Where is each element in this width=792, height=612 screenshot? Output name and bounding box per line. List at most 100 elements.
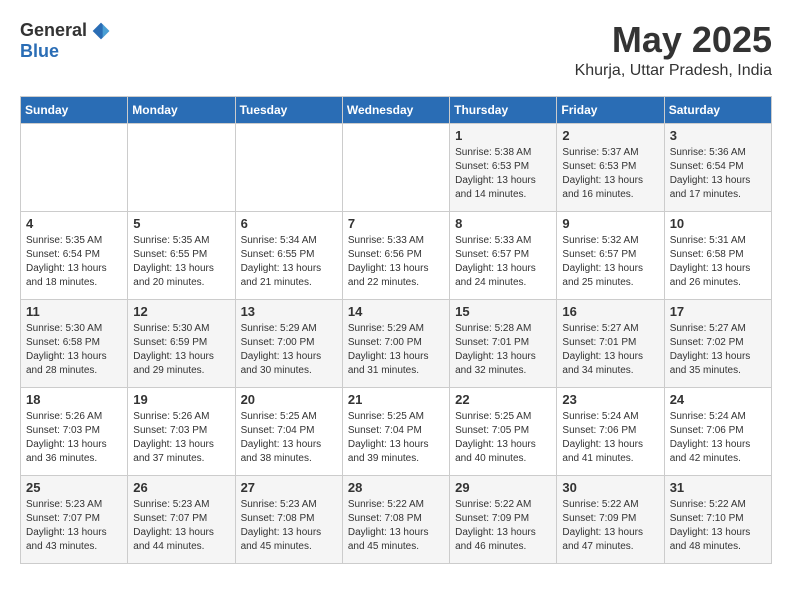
cell-content: Sunrise: 5:25 AM Sunset: 7:04 PM Dayligh… (348, 410, 444, 466)
day-number: 5 (133, 216, 229, 231)
day-number: 6 (241, 216, 337, 231)
day-number: 8 (455, 216, 551, 231)
day-header-saturday: Saturday (664, 96, 771, 123)
week-row-3: 11 Sunrise: 5:30 AM Sunset: 6:58 PM Dayli… (21, 299, 772, 387)
calendar-cell: 18 Sunrise: 5:26 AM Sunset: 7:03 PM Dayli… (21, 387, 128, 475)
day-number: 15 (455, 304, 551, 319)
day-number: 10 (670, 216, 766, 231)
cell-content: Sunrise: 5:22 AM Sunset: 7:10 PM Dayligh… (670, 498, 766, 554)
title-area: May 2025 Khurja, Uttar Pradesh, India (575, 20, 772, 80)
cell-content: Sunrise: 5:26 AM Sunset: 7:03 PM Dayligh… (133, 410, 229, 466)
day-number: 31 (670, 480, 766, 495)
day-number: 2 (562, 128, 658, 143)
cell-content: Sunrise: 5:28 AM Sunset: 7:01 PM Dayligh… (455, 322, 551, 378)
cell-content: Sunrise: 5:35 AM Sunset: 6:54 PM Dayligh… (26, 234, 122, 290)
calendar-cell: 4 Sunrise: 5:35 AM Sunset: 6:54 PM Daylig… (21, 211, 128, 299)
days-header-row: SundayMondayTuesdayWednesdayThursdayFrid… (21, 96, 772, 123)
cell-content: Sunrise: 5:23 AM Sunset: 7:07 PM Dayligh… (26, 498, 122, 554)
calendar-cell: 22 Sunrise: 5:25 AM Sunset: 7:05 PM Dayli… (450, 387, 557, 475)
calendar-cell: 15 Sunrise: 5:28 AM Sunset: 7:01 PM Dayli… (450, 299, 557, 387)
cell-content: Sunrise: 5:37 AM Sunset: 6:53 PM Dayligh… (562, 146, 658, 202)
day-number: 14 (348, 304, 444, 319)
day-header-monday: Monday (128, 96, 235, 123)
cell-content: Sunrise: 5:32 AM Sunset: 6:57 PM Dayligh… (562, 234, 658, 290)
logo-icon (91, 21, 111, 41)
cell-content: Sunrise: 5:33 AM Sunset: 6:57 PM Dayligh… (455, 234, 551, 290)
calendar-cell: 20 Sunrise: 5:25 AM Sunset: 7:04 PM Dayli… (235, 387, 342, 475)
logo: General Blue (20, 20, 111, 62)
calendar-cell: 5 Sunrise: 5:35 AM Sunset: 6:55 PM Daylig… (128, 211, 235, 299)
calendar-cell: 16 Sunrise: 5:27 AM Sunset: 7:01 PM Dayli… (557, 299, 664, 387)
day-number: 18 (26, 392, 122, 407)
day-header-wednesday: Wednesday (342, 96, 449, 123)
logo-blue-text: Blue (20, 41, 59, 62)
calendar-cell: 23 Sunrise: 5:24 AM Sunset: 7:06 PM Dayli… (557, 387, 664, 475)
calendar-cell (342, 123, 449, 211)
day-header-tuesday: Tuesday (235, 96, 342, 123)
calendar-cell: 21 Sunrise: 5:25 AM Sunset: 7:04 PM Dayli… (342, 387, 449, 475)
cell-content: Sunrise: 5:25 AM Sunset: 7:04 PM Dayligh… (241, 410, 337, 466)
cell-content: Sunrise: 5:36 AM Sunset: 6:54 PM Dayligh… (670, 146, 766, 202)
day-number: 17 (670, 304, 766, 319)
calendar-cell: 31 Sunrise: 5:22 AM Sunset: 7:10 PM Dayli… (664, 475, 771, 563)
day-number: 22 (455, 392, 551, 407)
calendar-cell (128, 123, 235, 211)
cell-content: Sunrise: 5:29 AM Sunset: 7:00 PM Dayligh… (348, 322, 444, 378)
day-number: 29 (455, 480, 551, 495)
calendar-cell (21, 123, 128, 211)
cell-content: Sunrise: 5:23 AM Sunset: 7:07 PM Dayligh… (133, 498, 229, 554)
cell-content: Sunrise: 5:22 AM Sunset: 7:09 PM Dayligh… (562, 498, 658, 554)
calendar-cell: 3Sunrise: 5:36 AM Sunset: 6:54 PM Daylig… (664, 123, 771, 211)
calendar-cell: 29 Sunrise: 5:22 AM Sunset: 7:09 PM Dayli… (450, 475, 557, 563)
cell-content: Sunrise: 5:31 AM Sunset: 6:58 PM Dayligh… (670, 234, 766, 290)
cell-content: Sunrise: 5:24 AM Sunset: 7:06 PM Dayligh… (562, 410, 658, 466)
cell-content: Sunrise: 5:35 AM Sunset: 6:55 PM Dayligh… (133, 234, 229, 290)
calendar-cell: 11 Sunrise: 5:30 AM Sunset: 6:58 PM Dayli… (21, 299, 128, 387)
calendar-cell: 24 Sunrise: 5:24 AM Sunset: 7:06 PM Dayli… (664, 387, 771, 475)
calendar-table: SundayMondayTuesdayWednesdayThursdayFrid… (20, 96, 772, 564)
cell-content: Sunrise: 5:30 AM Sunset: 6:59 PM Dayligh… (133, 322, 229, 378)
day-number: 9 (562, 216, 658, 231)
calendar-cell (235, 123, 342, 211)
day-number: 25 (26, 480, 122, 495)
header: General Blue May 2025 Khurja, Uttar Prad… (20, 20, 772, 80)
calendar-cell: 28 Sunrise: 5:22 AM Sunset: 7:08 PM Dayli… (342, 475, 449, 563)
day-number: 28 (348, 480, 444, 495)
cell-content: Sunrise: 5:26 AM Sunset: 7:03 PM Dayligh… (26, 410, 122, 466)
day-number: 21 (348, 392, 444, 407)
cell-content: Sunrise: 5:25 AM Sunset: 7:05 PM Dayligh… (455, 410, 551, 466)
calendar-cell: 30 Sunrise: 5:22 AM Sunset: 7:09 PM Dayli… (557, 475, 664, 563)
cell-content: Sunrise: 5:34 AM Sunset: 6:55 PM Dayligh… (241, 234, 337, 290)
cell-content: Sunrise: 5:38 AM Sunset: 6:53 PM Dayligh… (455, 146, 551, 202)
day-number: 20 (241, 392, 337, 407)
day-number: 4 (26, 216, 122, 231)
cell-content: Sunrise: 5:22 AM Sunset: 7:09 PM Dayligh… (455, 498, 551, 554)
cell-content: Sunrise: 5:33 AM Sunset: 6:56 PM Dayligh… (348, 234, 444, 290)
week-row-5: 25 Sunrise: 5:23 AM Sunset: 7:07 PM Dayli… (21, 475, 772, 563)
calendar-cell: 1 Sunrise: 5:38 AM Sunset: 6:53 PM Daylig… (450, 123, 557, 211)
day-number: 16 (562, 304, 658, 319)
day-number: 1 (455, 128, 551, 143)
cell-content: Sunrise: 5:24 AM Sunset: 7:06 PM Dayligh… (670, 410, 766, 466)
calendar-cell: 27Sunrise: 5:23 AM Sunset: 7:08 PM Dayli… (235, 475, 342, 563)
calendar-cell: 2 Sunrise: 5:37 AM Sunset: 6:53 PM Daylig… (557, 123, 664, 211)
day-number: 24 (670, 392, 766, 407)
cell-content: Sunrise: 5:23 AM Sunset: 7:08 PM Dayligh… (241, 498, 337, 554)
cell-content: Sunrise: 5:30 AM Sunset: 6:58 PM Dayligh… (26, 322, 122, 378)
cell-content: Sunrise: 5:22 AM Sunset: 7:08 PM Dayligh… (348, 498, 444, 554)
day-number: 13 (241, 304, 337, 319)
calendar-cell: 12Sunrise: 5:30 AM Sunset: 6:59 PM Dayli… (128, 299, 235, 387)
calendar-cell: 26 Sunrise: 5:23 AM Sunset: 7:07 PM Dayli… (128, 475, 235, 563)
day-number: 23 (562, 392, 658, 407)
week-row-4: 18 Sunrise: 5:26 AM Sunset: 7:03 PM Dayli… (21, 387, 772, 475)
calendar-cell: 9 Sunrise: 5:32 AM Sunset: 6:57 PM Daylig… (557, 211, 664, 299)
day-number: 30 (562, 480, 658, 495)
cell-content: Sunrise: 5:27 AM Sunset: 7:01 PM Dayligh… (562, 322, 658, 378)
cell-content: Sunrise: 5:29 AM Sunset: 7:00 PM Dayligh… (241, 322, 337, 378)
calendar-cell: 14 Sunrise: 5:29 AM Sunset: 7:00 PM Dayli… (342, 299, 449, 387)
cell-content: Sunrise: 5:27 AM Sunset: 7:02 PM Dayligh… (670, 322, 766, 378)
day-header-sunday: Sunday (21, 96, 128, 123)
day-number: 26 (133, 480, 229, 495)
day-header-thursday: Thursday (450, 96, 557, 123)
day-number: 11 (26, 304, 122, 319)
